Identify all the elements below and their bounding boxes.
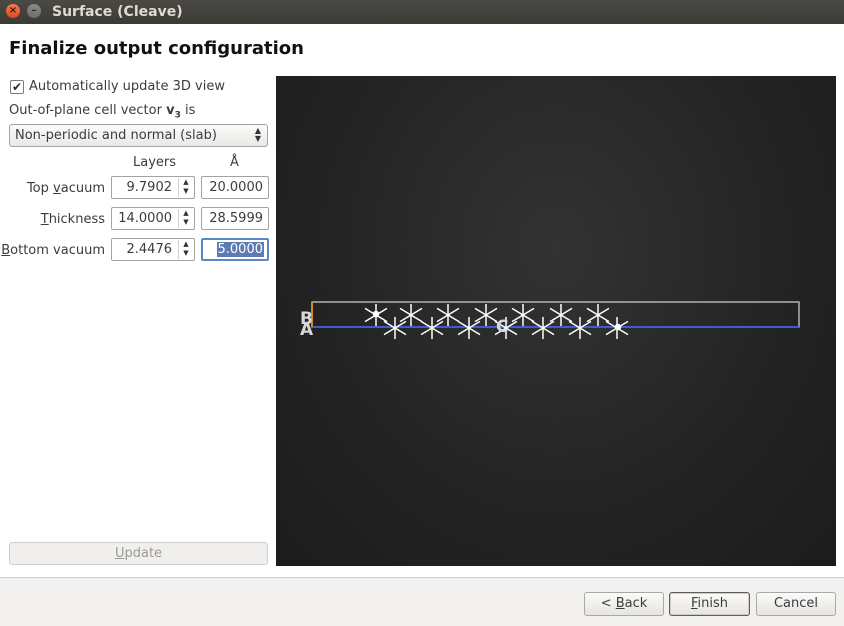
bottom-vacuum-layers-spinbox[interactable]: 2.4476 ▲ ▼ <box>111 238 195 261</box>
structure-view: B A C <box>300 301 800 340</box>
finish-button[interactable]: Finish <box>669 592 750 616</box>
spin-arrows-icon[interactable]: ▲ ▼ <box>178 240 193 259</box>
page-heading: Finalize output configuration <box>9 38 304 59</box>
chevron-updown-icon: ▲ ▼ <box>254 126 261 143</box>
layers-column-header: Layers <box>133 155 177 170</box>
atom-top-6 <box>586 304 610 326</box>
bottom-vacuum-angstrom-field[interactable]: 5.0000 <box>201 238 269 261</box>
angstrom-column-header: Å <box>230 155 239 170</box>
atom-dot-1 <box>614 323 622 331</box>
atom-top-5 <box>549 304 573 326</box>
thickness-angstrom-field[interactable]: 28.5999 <box>201 207 269 230</box>
cancel-button[interactable]: Cancel <box>756 592 836 616</box>
thickness-angstrom-value: 28.5999 <box>209 211 263 226</box>
close-window-button[interactable]: × <box>6 4 20 18</box>
minimize-window-button[interactable]: – <box>27 4 41 18</box>
auto-update-label: Automatically update 3D view <box>29 79 225 94</box>
spin-arrows-icon[interactable]: ▲ ▼ <box>178 178 193 197</box>
thickness-layers-value: 14.0000 <box>118 211 172 226</box>
unit-cell-box <box>311 301 800 328</box>
wizard-page: Finalize output configuration ✔ Automati… <box>0 24 844 577</box>
axis-a-label: A <box>300 320 314 340</box>
top-vacuum-layers-value: 9.7902 <box>126 180 173 195</box>
bottom-vacuum-layers-value: 2.4476 <box>126 242 173 257</box>
title-bar: × – Surface (Cleave) <box>0 0 844 24</box>
vector-label-prefix: Out-of-plane cell vector <box>9 103 167 118</box>
auto-update-checkbox[interactable]: ✔ <box>10 80 24 94</box>
vector-mode-select[interactable]: Non-periodic and normal (slab) ▲ ▼ <box>9 124 268 147</box>
top-vacuum-angstrom-value: 20.0000 <box>209 180 263 195</box>
thickness-label: Thickness <box>40 212 105 227</box>
bottom-vacuum-label: Bottom vacuum <box>1 243 105 258</box>
atom-dot-0 <box>372 310 380 318</box>
vector-label-suffix: is <box>180 103 196 118</box>
top-vacuum-label: Top vacuum <box>26 181 105 196</box>
window-title: Surface (Cleave) <box>52 4 183 20</box>
axis-c-label: C <box>496 317 508 337</box>
top-vacuum-angstrom-field[interactable]: 20.0000 <box>201 176 269 199</box>
update-button[interactable]: Update <box>9 542 268 565</box>
back-button[interactable]: < Back <box>584 592 664 616</box>
vector-label: Out-of-plane cell vector v3 is <box>9 103 195 121</box>
thickness-layers-spinbox[interactable]: 14.0000 ▲ ▼ <box>111 207 195 230</box>
top-vacuum-layers-spinbox[interactable]: 9.7902 ▲ ▼ <box>111 176 195 199</box>
spin-arrows-icon[interactable]: ▲ ▼ <box>178 209 193 228</box>
footer-separator <box>0 577 844 578</box>
vector-mode-value: Non-periodic and normal (slab) <box>15 128 217 143</box>
bottom-vacuum-angstrom-value: 5.0000 <box>216 242 264 257</box>
3d-viewer[interactable]: B A C <box>276 76 836 566</box>
vector-symbol: v <box>166 103 175 118</box>
